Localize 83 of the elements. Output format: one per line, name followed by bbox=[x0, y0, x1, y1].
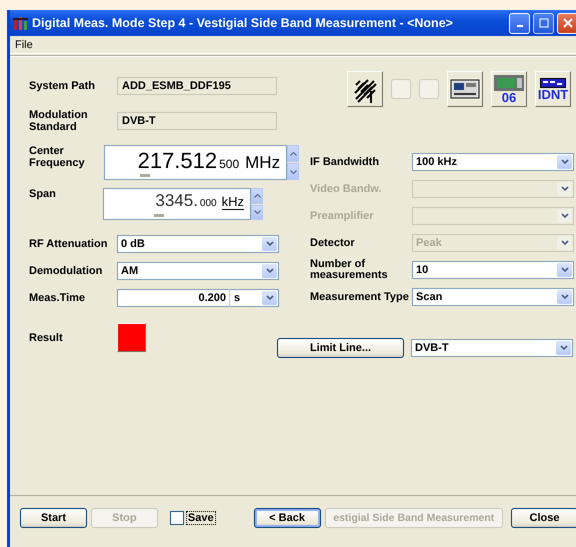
dropdown[interactable]: 100 kHz bbox=[412, 153, 574, 171]
toolbar-button[interactable] bbox=[447, 71, 483, 107]
unit-label: kHz bbox=[222, 194, 244, 210]
caret-icon bbox=[560, 240, 568, 246]
dropdown-value: 10 bbox=[416, 264, 428, 276]
spin-field[interactable]: 217.512 500 MHz bbox=[104, 145, 288, 180]
toolbar-button[interactable]: IDNT bbox=[535, 71, 571, 107]
field-label: Center Frequency bbox=[29, 145, 86, 171]
field-label: Measurement Type bbox=[310, 292, 410, 302]
analyzer-icon bbox=[494, 74, 524, 90]
window-title: Digital Meas. Mode Step 4 - Vestigial Side Band Measurement - <None> bbox=[32, 16, 454, 30]
dropdown-value: 0 dB bbox=[121, 238, 145, 250]
checkbox-label[interactable]: Save bbox=[186, 511, 216, 525]
dropdown[interactable]: DVB-T bbox=[411, 339, 573, 357]
dropdown-value: Peak bbox=[416, 237, 442, 249]
icon-label: IDNT bbox=[538, 88, 568, 100]
app-icon bbox=[13, 15, 29, 31]
field-label: Video Bandw. bbox=[310, 184, 383, 194]
footer-button[interactable]: < Back bbox=[254, 508, 321, 528]
identify-icon bbox=[540, 78, 566, 88]
cursor-mark bbox=[154, 214, 164, 217]
spin-up-button[interactable] bbox=[287, 145, 299, 162]
field-label: Result bbox=[29, 332, 64, 344]
field-label: Detector bbox=[310, 238, 356, 248]
up-icon bbox=[290, 152, 297, 156]
value-fine: 500 bbox=[219, 157, 240, 171]
spin-down-button[interactable] bbox=[287, 163, 299, 180]
down-icon bbox=[290, 170, 297, 174]
field-label: Demodulation bbox=[29, 265, 104, 277]
dropdown-value: s bbox=[234, 292, 240, 304]
receiver-icon bbox=[450, 79, 480, 99]
field-label: System Path bbox=[29, 80, 96, 92]
checkbox[interactable] bbox=[170, 511, 184, 525]
spin-down-button[interactable] bbox=[251, 204, 263, 220]
limit-line-button[interactable]: Limit Line... bbox=[277, 338, 404, 358]
up-icon bbox=[254, 194, 260, 198]
readonly-field: DVB-T bbox=[117, 112, 277, 130]
readonly-field: ADD_ESMB_DDF195 bbox=[117, 77, 277, 95]
caret-icon bbox=[266, 295, 274, 301]
dropdown[interactable]: 10 bbox=[412, 261, 574, 279]
field-label: IF Bandwidth bbox=[310, 156, 380, 168]
dropdown-value: Scan bbox=[416, 291, 442, 303]
toolbar-button[interactable]: 06 bbox=[491, 71, 527, 107]
caret-icon bbox=[560, 186, 568, 192]
unit-label: MHz bbox=[245, 153, 280, 173]
number-field[interactable]: 0.200 bbox=[117, 289, 230, 307]
dropdown[interactable]: AM bbox=[117, 262, 279, 280]
close-button[interactable] bbox=[557, 12, 576, 34]
field-label: Preamplifier bbox=[310, 210, 375, 222]
caret-icon bbox=[560, 159, 568, 165]
close-icon bbox=[562, 18, 572, 28]
maximize-icon bbox=[538, 18, 548, 28]
spin-field[interactable]: 3345.000 kHz bbox=[103, 188, 251, 220]
maximize-button[interactable] bbox=[533, 12, 554, 34]
dropdown-value: DVB-T bbox=[415, 342, 449, 354]
caret-icon bbox=[560, 213, 568, 219]
icon-label: 06 bbox=[502, 90, 516, 104]
menu-item[interactable]: File bbox=[13, 38, 35, 50]
field-label: Span bbox=[29, 188, 57, 202]
cursor-mark bbox=[140, 174, 150, 177]
dropdown[interactable]: Scan bbox=[412, 288, 574, 306]
caret-icon bbox=[560, 294, 568, 300]
value-fine: 000 bbox=[200, 198, 217, 209]
spin-up-button[interactable] bbox=[251, 188, 263, 204]
dropdown-value: 100 kHz bbox=[416, 156, 457, 168]
down-icon bbox=[254, 210, 260, 214]
field-label: Number of measurements bbox=[310, 259, 389, 281]
dropdown[interactable]: 0 dB bbox=[117, 235, 279, 253]
toolbar-button[interactable] bbox=[347, 71, 383, 107]
footer-button[interactable]: Start bbox=[20, 508, 87, 528]
footer-button[interactable]: Close bbox=[511, 508, 576, 528]
caret-icon bbox=[266, 268, 274, 274]
field-label: RF Attenuation bbox=[29, 238, 108, 250]
caret-icon bbox=[560, 267, 568, 273]
field-label: Meas.Time bbox=[29, 292, 86, 304]
field-label: Modulation Standard bbox=[29, 109, 89, 133]
value-main: 3345. bbox=[155, 192, 198, 209]
value-main: 217.512 bbox=[138, 150, 218, 172]
caret-icon bbox=[266, 241, 274, 247]
unit-dropdown[interactable]: s bbox=[230, 289, 279, 307]
dropdown-value: AM bbox=[121, 265, 138, 277]
minimize-button[interactable] bbox=[509, 12, 530, 34]
caret-icon bbox=[560, 345, 568, 351]
